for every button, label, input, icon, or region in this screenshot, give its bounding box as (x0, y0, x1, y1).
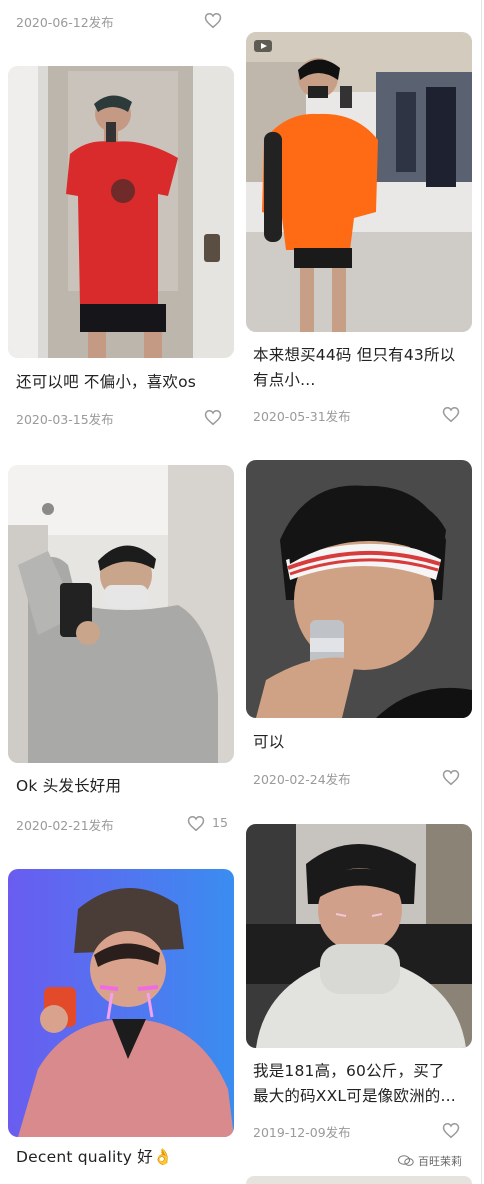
heart-outline-icon[interactable] (442, 1122, 460, 1139)
post-date: 2019-12-09发布 (253, 1125, 351, 1140)
post-photo[interactable] (8, 465, 234, 763)
right-edge-divider (481, 0, 482, 1184)
post-caption: Decent quality 好👌 (16, 1148, 173, 1166)
post-date: 2020-05-31发布 (253, 409, 351, 424)
heart-outline-icon[interactable] (204, 409, 222, 426)
neon-portrait-image (8, 869, 234, 1137)
post-caption-line-2: 最大的码XXL可是像欧洲的... (253, 1087, 456, 1105)
post-caption-line-1: 本来想买44码 但只有43所以 (253, 346, 456, 364)
watermark-text: 百旺茉莉 (418, 1155, 462, 1168)
heart-outline-icon[interactable] (187, 815, 205, 832)
store-selfie-orange-jacket-image (246, 32, 472, 332)
post-date: 2020-06-12发布 (16, 15, 114, 30)
post-caption-line-1: 我是181高，60公斤，买了 (253, 1062, 445, 1080)
mirror-selfie-sweater-image (8, 465, 234, 763)
heart-outline-icon[interactable] (442, 406, 460, 423)
watermark: 百旺茉莉 (398, 1153, 462, 1169)
heart-outline-icon[interactable] (442, 769, 460, 786)
post-date: 2020-02-21发布 (16, 818, 114, 833)
post-caption-line-2: 有点小... (253, 371, 316, 389)
post-caption: Ok 头发长好用 (16, 777, 122, 795)
mirror-selfie-red-shirt-image (8, 66, 234, 358)
post-date: 2020-02-24发布 (253, 772, 351, 787)
headband-portrait-image (246, 460, 472, 718)
post-photo[interactable] (8, 66, 234, 358)
heart-outline-icon[interactable] (204, 12, 222, 29)
post-photo[interactable] (8, 869, 234, 1137)
next-post-photo[interactable] (246, 1176, 472, 1184)
wechat-icon (398, 1155, 414, 1166)
post-caption: 还可以吧 不偏小，喜欢os (16, 373, 197, 391)
post-caption: 可以 (253, 733, 285, 751)
turtleneck-portrait-image (246, 824, 472, 1048)
like-count: 15 (212, 815, 228, 830)
post-photo[interactable] (246, 32, 472, 332)
post-photo[interactable] (246, 824, 472, 1048)
post-date: 2020-03-15发布 (16, 412, 114, 427)
post-photo[interactable] (246, 460, 472, 718)
play-icon (254, 40, 272, 52)
